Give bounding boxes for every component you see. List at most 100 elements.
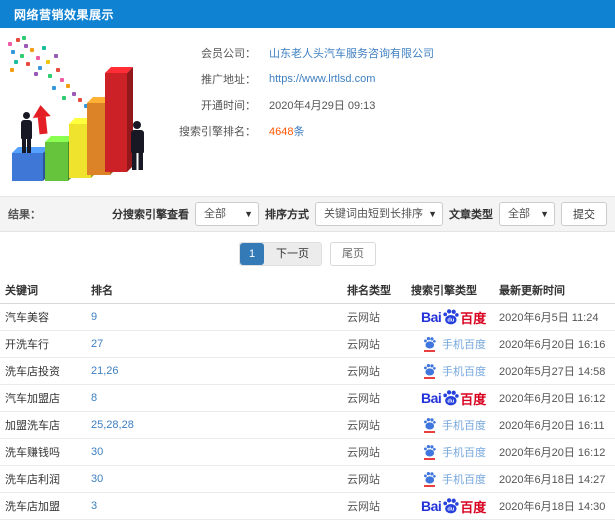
businessman-figure-left <box>19 112 33 153</box>
updated-cell: 2020年6月18日 14:30 <box>499 501 606 513</box>
engine-cell: 手机百度 <box>406 417 494 433</box>
promo-url-label: 推广地址： <box>201 74 256 86</box>
baidu-logo: Bai du 百度 <box>421 389 487 407</box>
engine-cell: 手机百度 <box>406 363 494 379</box>
keyword-cell: 洗车店投资 <box>5 366 60 378</box>
rank-type-cell: 云网站 <box>347 501 380 513</box>
engine-filter-label: 分搜索引擎查看 <box>112 209 189 221</box>
baidu-paw-icon <box>424 444 436 457</box>
engine-cell: Bai du 百度 <box>406 389 494 408</box>
baidu-paw-icon: du <box>443 497 459 513</box>
updated-cell: 2020年6月20日 16:11 <box>499 420 605 432</box>
rank-type-cell: 云网站 <box>347 312 380 324</box>
rank-link[interactable]: 30 <box>91 473 103 485</box>
filter-bar: 结果： 分搜索引擎查看 全部 ▼ 排序方式 关键词由短到长排序 ▼ 文章类型 全… <box>0 196 615 232</box>
header-engine-type: 搜索引擎类型 <box>411 284 477 297</box>
next-page-button[interactable]: 下一页 <box>264 243 321 265</box>
company-link[interactable]: 山东老人头汽车服务咨询有限公司 <box>269 48 434 60</box>
updated-cell: 2020年6月5日 11:24 <box>499 312 599 324</box>
red-underline <box>424 377 435 379</box>
rank-cell: 25,28,28 <box>86 419 342 431</box>
engine-rank-count: 4648 <box>269 126 294 138</box>
chevron-down-icon: ▼ <box>540 209 549 219</box>
rank-cell: 30 <box>86 473 342 485</box>
info-row-company: 会员公司： 山东老人头汽车服务咨询有限公司 <box>158 40 615 66</box>
baidu-mobile-logo: 手机百度 <box>423 471 486 487</box>
sort-filter-select[interactable]: 关键词由短到长排序 ▼ <box>315 202 443 226</box>
rank-type-cell: 云网站 <box>347 420 380 432</box>
baidu-mobile-label: 手机百度 <box>442 366 486 378</box>
updated-cell: 2020年6月18日 14:27 <box>499 474 606 486</box>
rank-link[interactable]: 8 <box>91 392 97 404</box>
svg-text:du: du <box>448 506 455 512</box>
updated-cell: 2020年6月20日 16:16 <box>499 339 606 351</box>
engine-cell: Bai du 百度 <box>406 497 494 516</box>
rank-type-cell: 云网站 <box>347 366 380 378</box>
header-keyword: 关键词 <box>5 284 38 297</box>
engine-cell: 手机百度 <box>406 471 494 487</box>
open-time-label: 开通时间： <box>201 100 256 112</box>
baidu-mobile-logo: 手机百度 <box>423 363 486 379</box>
bar-blue <box>12 153 43 181</box>
svg-text:du: du <box>448 398 455 404</box>
engine-cell: Bai du 百度 <box>406 308 494 327</box>
table-row: 洗车赚钱吗 30 云网站 手机百度 2020年6月20日 16:12 <box>0 439 615 466</box>
rank-link[interactable]: 9 <box>91 311 97 323</box>
keyword-cell: 汽车美容 <box>5 312 49 324</box>
rank-link[interactable]: 27 <box>91 338 103 350</box>
promo-url-link[interactable]: https://www.lrtlsd.com <box>269 73 375 85</box>
rank-type-cell: 云网站 <box>347 474 380 486</box>
info-row-open-time: 开通时间： 2020年4月29日 09:13 <box>158 92 615 118</box>
table-row: 洗车店加盟 3 云网站 Bai du 百度 2020年6月18日 14:30 <box>0 493 615 520</box>
table-row: 洗车店利润 30 云网站 手机百度 2020年6月18日 14:27 <box>0 466 615 493</box>
engine-rank-unit[interactable]: 条 <box>293 126 304 138</box>
table-row: 汽车加盟店 8 云网站 Bai du 百度 2020年6月20日 16:12 <box>0 385 615 412</box>
article-filter-label: 文章类型 <box>449 209 493 221</box>
rank-type-cell: 云网站 <box>347 393 380 405</box>
red-underline <box>424 350 435 352</box>
rank-link[interactable]: 25,28,28 <box>91 419 134 431</box>
article-type-select[interactable]: 全部 ▼ <box>499 202 555 226</box>
results-table-body: 汽车美容 9 云网站 Bai du 百度 2020年6月5日 11:24 开洗车行 27 云网站手… <box>0 304 615 520</box>
red-underline <box>424 458 435 460</box>
red-underline <box>424 431 435 433</box>
submit-button[interactable]: 提交 <box>561 202 607 226</box>
bar-green <box>45 142 68 181</box>
rank-link[interactable]: 21,26 <box>91 365 119 377</box>
updated-cell: 2020年6月20日 16:12 <box>499 447 606 459</box>
info-row-engine-rank: 搜索引擎排名： 4648条 <box>158 118 615 144</box>
baidu-mobile-logo: 手机百度 <box>423 444 486 460</box>
page-header: 网络营销效果展示 <box>0 0 615 28</box>
rank-link[interactable]: 3 <box>91 500 97 512</box>
result-label: 结果： <box>8 209 41 221</box>
header-rank: 排名 <box>91 284 113 297</box>
page-1-button[interactable]: 1 <box>240 243 264 265</box>
baidu-paw-icon: du <box>443 389 459 405</box>
results-table: 关键词 排名 排名类型 搜索引擎类型 最新更新时间 汽车美容 9 云网站 Bai du 百… <box>0 276 615 520</box>
top-section: 会员公司： 山东老人头汽车服务咨询有限公司 推广地址： https://www.… <box>0 28 615 196</box>
baidu-paw-icon <box>424 336 436 349</box>
info-row-url: 推广地址： https://www.lrtlsd.com <box>158 66 615 92</box>
rank-link[interactable]: 30 <box>91 446 103 458</box>
baidu-paw-icon <box>424 417 436 430</box>
results-table-header: 关键词 排名 排名类型 搜索引擎类型 最新更新时间 <box>0 276 615 304</box>
company-label: 会员公司： <box>201 48 256 60</box>
table-row: 加盟洗车店 25,28,28 云网站 手机百度 2020年6月20日 16:11 <box>0 412 615 439</box>
keyword-cell: 汽车加盟店 <box>5 393 60 405</box>
member-info-list: 会员公司： 山东老人头汽车服务咨询有限公司 推广地址： https://www.… <box>158 28 615 144</box>
last-page-button[interactable]: 尾页 <box>330 242 376 266</box>
baidu-paw-icon <box>424 471 436 484</box>
confetti-decoration <box>8 42 12 46</box>
rank-cell: 21,26 <box>86 365 342 377</box>
engine-filter-select[interactable]: 全部 ▼ <box>195 202 259 226</box>
baidu-logo: Bai du 百度 <box>421 497 487 515</box>
rank-cell: 27 <box>86 338 342 350</box>
keyword-cell: 洗车店利润 <box>5 474 60 486</box>
rank-cell: 8 <box>86 392 342 404</box>
keyword-cell: 开洗车行 <box>5 339 49 351</box>
engine-cell: 手机百度 <box>406 336 494 352</box>
rank-cell: 3 <box>86 500 342 512</box>
pagination: 1 下一页 尾页 <box>0 232 615 276</box>
baidu-mobile-logo: 手机百度 <box>423 336 486 352</box>
baidu-mobile-label: 手机百度 <box>442 474 486 486</box>
